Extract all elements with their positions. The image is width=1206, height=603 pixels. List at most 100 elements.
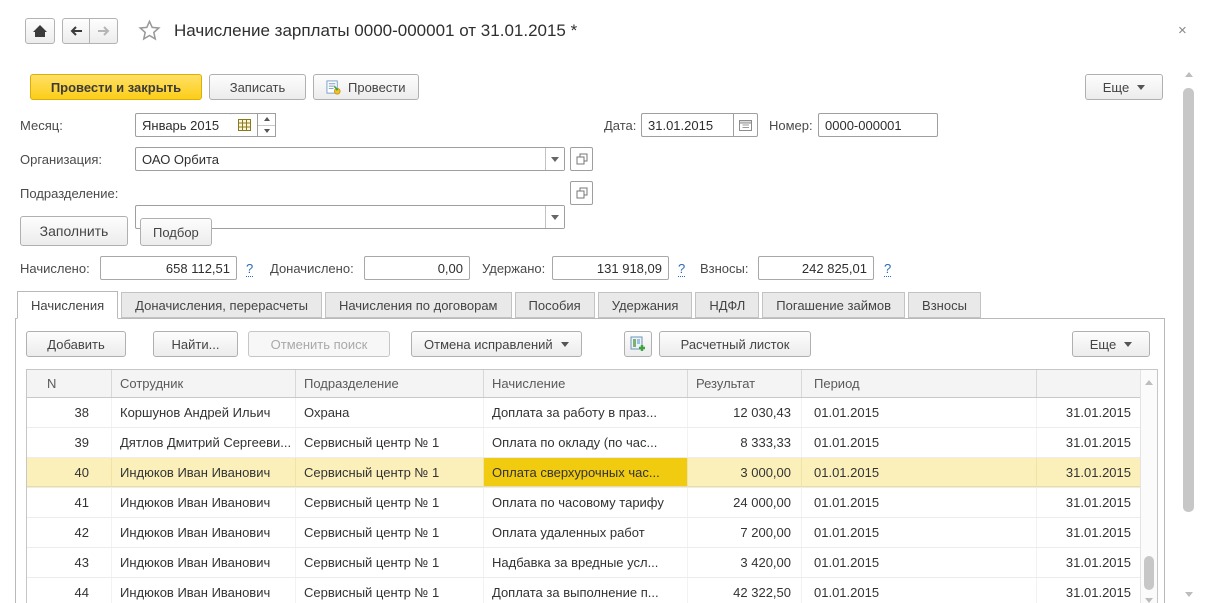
write-button[interactable]: Записать (209, 74, 306, 100)
forward-button[interactable] (90, 18, 118, 44)
fill-button[interactable]: Заполнить (20, 216, 128, 246)
cell-n[interactable]: 39 (27, 428, 112, 457)
cell-period-start[interactable]: 01.01.2015 (802, 458, 1037, 487)
number-input[interactable] (818, 113, 938, 137)
cell-period-start[interactable]: 01.01.2015 (802, 398, 1037, 427)
payslip-button[interactable]: Расчетный листок (659, 331, 811, 357)
cell-n[interactable]: 38 (27, 398, 112, 427)
table-row[interactable]: 41 Индюков Иван Иванович Сервисный центр… (27, 488, 1157, 518)
find-button[interactable]: Найти... (153, 331, 238, 357)
cell-employee[interactable]: Индюков Иван Иванович (112, 488, 296, 517)
cell-accrual[interactable]: Надбавка за вредные усл... (484, 548, 688, 577)
table-row[interactable]: 42 Индюков Иван Иванович Сервисный центр… (27, 518, 1157, 548)
table-row-selected[interactable]: 40 Индюков Иван Иванович Сервисный центр… (27, 458, 1157, 488)
more-button-table[interactable]: Еще (1072, 331, 1150, 357)
cell-period-start[interactable]: 01.01.2015 (802, 428, 1037, 457)
cell-department[interactable]: Охрана (296, 398, 484, 427)
post-button[interactable]: Провести (313, 74, 419, 100)
tab-loan-repayment[interactable]: Погашение займов (762, 292, 906, 318)
home-button[interactable] (25, 18, 55, 44)
cell-accrual[interactable]: Оплата по часовому тарифу (484, 488, 688, 517)
cell-employee[interactable]: Индюков Иван Иванович (112, 548, 296, 577)
cell-employee[interactable]: Индюков Иван Иванович (112, 518, 296, 547)
cell-accrual[interactable]: Оплата удаленных работ (484, 518, 688, 547)
cell-period-start[interactable]: 01.01.2015 (802, 518, 1037, 547)
tab-benefits[interactable]: Пособия (514, 292, 595, 318)
add-row-button[interactable]: Добавить (26, 331, 126, 357)
cell-period-end[interactable]: 31.01.2015 (1037, 458, 1145, 487)
cell-employee[interactable]: Индюков Иван Иванович (112, 458, 296, 487)
cell-result[interactable]: 42 322,50 (688, 578, 802, 603)
cell-n[interactable]: 44 (27, 578, 112, 603)
table-scrollbar-thumb[interactable] (1144, 556, 1154, 590)
month-input[interactable] (135, 113, 232, 137)
table-row[interactable]: 39 Дятлов Дмитрий Сергееви... Сервисный … (27, 428, 1157, 458)
department-open-button[interactable] (570, 181, 593, 205)
cell-department[interactable]: Сервисный центр № 1 (296, 488, 484, 517)
table-row[interactable]: 38 Коршунов Андрей Ильич Охрана Доплата … (27, 398, 1157, 428)
cell-accrual[interactable]: Оплата по окладу (по час... (484, 428, 688, 457)
table-scrollbar[interactable] (1140, 370, 1157, 603)
more-button-top[interactable]: Еще (1085, 74, 1163, 100)
cell-accrual[interactable]: Доплата за выполнение п... (484, 578, 688, 603)
undo-corrections-button[interactable]: Отмена исправлений (411, 331, 582, 357)
col-header-period[interactable]: Период (802, 370, 1037, 397)
cell-accrual[interactable]: Доплата за работу в праз... (484, 398, 688, 427)
cell-period-start[interactable]: 01.01.2015 (802, 488, 1037, 517)
scrollbar-up-icon[interactable] (1145, 380, 1153, 385)
contributions-help-link[interactable]: ? (884, 261, 892, 277)
col-header-department[interactable]: Подразделение (296, 370, 484, 397)
tab-contributions[interactable]: Взносы (908, 292, 981, 318)
cell-period-end[interactable]: 31.01.2015 (1037, 398, 1145, 427)
month-picker-button[interactable] (231, 113, 258, 137)
accrued-value[interactable]: 658 112,51 (100, 256, 237, 280)
cell-result[interactable]: 3 420,00 (688, 548, 802, 577)
cell-period-end[interactable]: 31.01.2015 (1037, 578, 1145, 603)
cell-employee[interactable]: Индюков Иван Иванович (112, 578, 296, 603)
table-row[interactable]: 43 Индюков Иван Иванович Сервисный центр… (27, 548, 1157, 578)
tab-accruals[interactable]: Начисления (17, 291, 119, 319)
cell-department[interactable]: Сервисный центр № 1 (296, 548, 484, 577)
accrual-details-button[interactable] (624, 331, 652, 357)
scrollbar-down-icon[interactable] (1145, 598, 1153, 603)
col-header-accrual[interactable]: Начисление (484, 370, 688, 397)
withheld-help-link[interactable]: ? (678, 261, 686, 277)
contributions-value[interactable]: 242 825,01 (758, 256, 874, 280)
cell-period-start[interactable]: 01.01.2015 (802, 548, 1037, 577)
cancel-search-button[interactable]: Отменить поиск (248, 331, 390, 357)
cell-employee[interactable]: Коршунов Андрей Ильич (112, 398, 296, 427)
cell-department[interactable]: Сервисный центр № 1 (296, 578, 484, 603)
page-scrollbar-thumb[interactable] (1183, 88, 1194, 512)
cell-department[interactable]: Сервисный центр № 1 (296, 428, 484, 457)
cell-period-end[interactable]: 31.01.2015 (1037, 488, 1145, 517)
cell-result[interactable]: 7 200,00 (688, 518, 802, 547)
close-icon[interactable]: × (1178, 22, 1187, 39)
scrollbar-up-icon[interactable] (1185, 72, 1193, 77)
date-calendar-button[interactable] (733, 113, 758, 137)
tab-deductions[interactable]: Удержания (597, 292, 693, 318)
favorite-star-icon[interactable] (138, 19, 161, 42)
col-header-result[interactable]: Результат (688, 370, 802, 397)
cell-n[interactable]: 42 (27, 518, 112, 547)
accrued-help-link[interactable]: ? (246, 261, 254, 277)
cell-period-end[interactable]: 31.01.2015 (1037, 518, 1145, 547)
post-and-close-button[interactable]: Провести и закрыть (30, 74, 202, 100)
organization-input[interactable] (135, 147, 565, 171)
cell-period-start[interactable]: 01.01.2015 (802, 578, 1037, 603)
back-button[interactable] (62, 18, 90, 44)
cell-employee[interactable]: Дятлов Дмитрий Сергееви... (112, 428, 296, 457)
cell-department[interactable]: Сервисный центр № 1 (296, 458, 484, 487)
tab-ndfl[interactable]: НДФЛ (695, 292, 760, 318)
date-input[interactable] (641, 113, 734, 137)
cell-result[interactable]: 12 030,43 (688, 398, 802, 427)
additional-accrued-value[interactable]: 0,00 (364, 256, 470, 280)
pick-button[interactable]: Подбор (140, 218, 212, 246)
tab-contract-accruals[interactable]: Начисления по договорам (324, 292, 512, 318)
organization-dropdown-button[interactable] (545, 148, 564, 170)
scrollbar-down-icon[interactable] (1185, 592, 1193, 597)
page-scrollbar[interactable] (1182, 68, 1196, 603)
col-header-n[interactable]: N (27, 370, 112, 397)
cell-n[interactable]: 40 (27, 458, 112, 487)
col-header-period-end[interactable] (1037, 370, 1145, 397)
cell-department[interactable]: Сервисный центр № 1 (296, 518, 484, 547)
